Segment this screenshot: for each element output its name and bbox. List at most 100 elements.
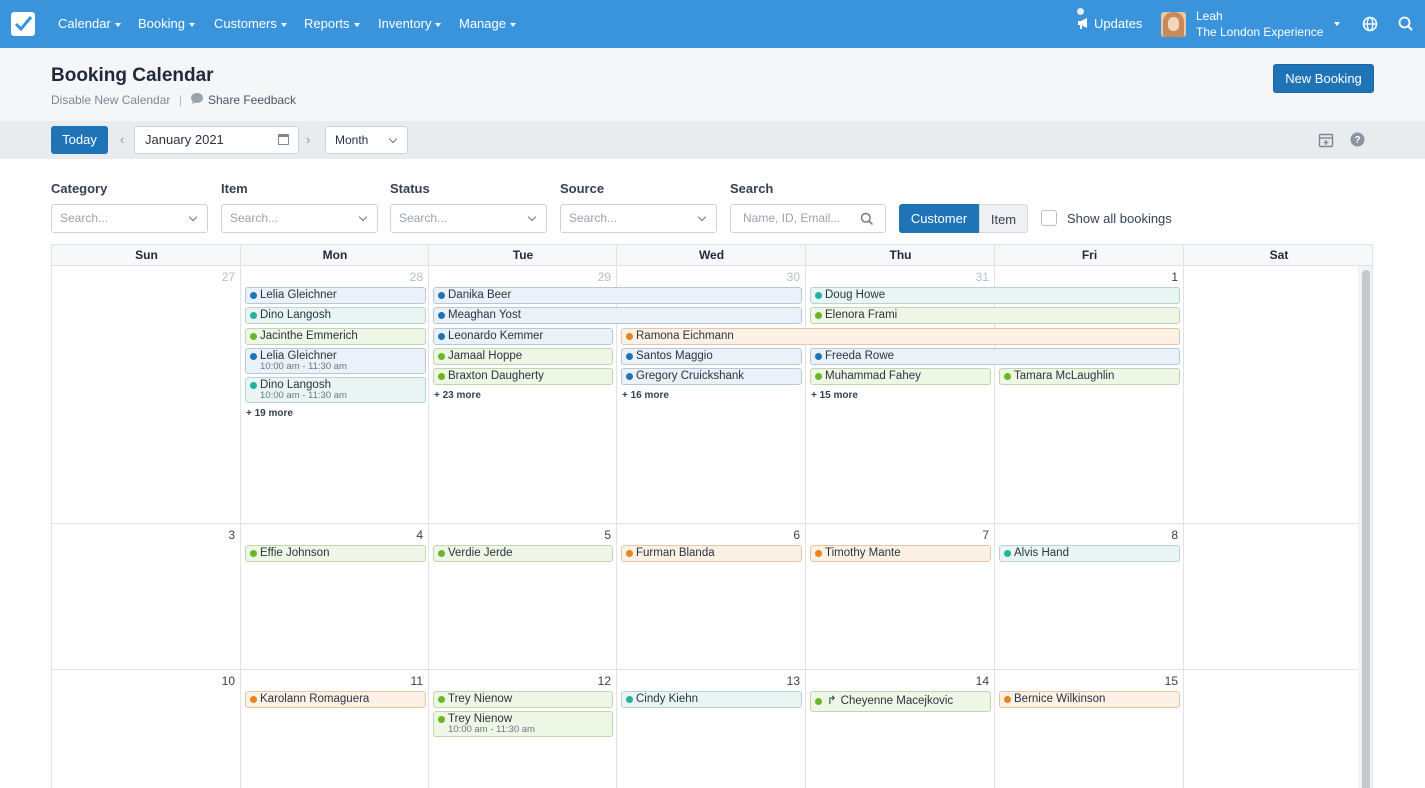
day-number[interactable]: 8 xyxy=(1148,528,1178,542)
share-feedback-link[interactable]: Share Feedback xyxy=(208,93,296,107)
day-number[interactable]: 3 xyxy=(205,528,235,542)
booking-event[interactable]: Bernice Wilkinson xyxy=(999,691,1180,708)
day-number[interactable]: 5 xyxy=(581,528,611,542)
user-menu-caret-icon[interactable] xyxy=(1334,22,1340,26)
day-number[interactable]: 10 xyxy=(205,674,235,688)
help-icon[interactable]: ? xyxy=(1350,132,1365,147)
booking-event[interactable]: Gregory Cruickshank xyxy=(621,368,802,385)
chevron-down-icon xyxy=(188,212,198,222)
show-all-bookings-label[interactable]: Show all bookings xyxy=(1067,211,1172,226)
month-picker[interactable]: January 2021 xyxy=(134,126,299,154)
booking-event[interactable]: Lelia Gleichner xyxy=(245,287,426,304)
chevron-down-icon xyxy=(527,212,537,222)
chat-bubble-icon xyxy=(191,93,203,104)
booking-event[interactable]: Cindy Kiehn xyxy=(621,691,802,708)
booking-event[interactable]: Trey Nienow xyxy=(433,691,613,708)
status-dot xyxy=(250,333,257,340)
search-icon xyxy=(860,212,874,226)
booking-event[interactable]: Lelia Gleichner 10:00 am - 11:30 am xyxy=(245,348,426,374)
nav-calendar[interactable]: Calendar xyxy=(58,16,121,31)
status-select[interactable]: Search... xyxy=(390,204,547,233)
more-link[interactable]: + 23 more xyxy=(434,390,481,401)
booking-event[interactable]: ↱ Cheyenne Macejkovic xyxy=(810,691,991,712)
scrollbar-thumb[interactable] xyxy=(1362,270,1370,788)
nav-reports[interactable]: Reports xyxy=(304,16,360,31)
booking-event[interactable]: Verdie Jerde xyxy=(433,545,613,562)
day-number[interactable]: 12 xyxy=(581,674,611,688)
booking-event[interactable]: Dino Langosh 10:00 am - 11:30 am xyxy=(245,377,426,403)
status-dot xyxy=(438,696,445,703)
toggle-customer[interactable]: Customer xyxy=(899,204,979,233)
day-number[interactable]: 27 xyxy=(205,270,235,284)
event-name: Cheyenne Macejkovic xyxy=(840,695,954,707)
day-number[interactable]: 1 xyxy=(1148,270,1178,284)
booking-event[interactable]: Trey Nienow 10:00 am - 11:30 am xyxy=(433,711,613,737)
source-select[interactable]: Search... xyxy=(560,204,717,233)
booking-event[interactable]: Ramona Eichmann xyxy=(621,328,1180,345)
app-logo-icon[interactable] xyxy=(11,12,35,36)
day-number[interactable]: 4 xyxy=(393,528,423,542)
booking-event[interactable]: Freeda Rowe xyxy=(810,348,1180,365)
prev-month-icon[interactable]: ‹ xyxy=(120,132,124,147)
more-link[interactable]: + 16 more xyxy=(622,390,669,401)
booking-event[interactable]: Timothy Mante xyxy=(810,545,991,562)
show-all-bookings-checkbox[interactable] xyxy=(1041,210,1057,226)
status-dot xyxy=(250,696,257,703)
day-number[interactable]: 28 xyxy=(393,270,423,284)
booking-event[interactable]: Santos Maggio xyxy=(621,348,802,365)
day-number[interactable]: 31 xyxy=(959,270,989,284)
booking-event[interactable]: Braxton Daugherty xyxy=(433,368,613,385)
updates-button[interactable]: Updates xyxy=(1077,8,1142,31)
nav-customers[interactable]: Customers xyxy=(214,16,287,31)
booking-event[interactable]: Meaghan Yost xyxy=(433,307,802,324)
nav-booking[interactable]: Booking xyxy=(138,16,195,31)
nav-manage[interactable]: Manage xyxy=(459,16,516,31)
more-link[interactable]: + 15 more xyxy=(811,390,858,401)
day-number[interactable]: 14 xyxy=(959,674,989,688)
next-month-icon[interactable]: › xyxy=(306,132,310,147)
day-number[interactable]: 30 xyxy=(770,270,800,284)
booking-event[interactable]: Dino Langosh xyxy=(245,307,426,324)
globe-icon[interactable] xyxy=(1361,15,1379,33)
booking-event[interactable]: Jamaal Hoppe xyxy=(433,348,613,365)
booking-event[interactable]: Danika Beer xyxy=(433,287,802,304)
booking-event[interactable]: Doug Howe xyxy=(810,287,1180,304)
user-organization[interactable]: The London Experience xyxy=(1196,25,1326,39)
day-number[interactable]: 6 xyxy=(770,528,800,542)
category-select[interactable]: Search... xyxy=(51,204,208,233)
month-value: January 2021 xyxy=(145,132,224,147)
booking-event[interactable]: Elenora Frami xyxy=(810,307,1180,324)
user-avatar[interactable] xyxy=(1161,12,1186,37)
booking-event[interactable]: Karolann Romaguera xyxy=(245,691,426,708)
booking-event[interactable]: Effie Johnson xyxy=(245,545,426,562)
day-number[interactable]: 15 xyxy=(1148,674,1178,688)
booking-event[interactable]: Leonardo Kemmer xyxy=(433,328,613,345)
booking-event[interactable]: Furman Blanda xyxy=(621,545,802,562)
booking-event[interactable]: Tamara McLaughlin xyxy=(999,368,1180,385)
add-calendar-icon[interactable] xyxy=(1318,132,1334,148)
event-name: Timothy Mante xyxy=(825,547,901,559)
event-name: Jacinthe Emmerich xyxy=(260,330,358,342)
today-button[interactable]: Today xyxy=(51,126,108,154)
view-select[interactable]: Month xyxy=(325,126,408,154)
day-number[interactable]: 13 xyxy=(770,674,800,688)
status-dot xyxy=(1004,373,1011,380)
user-name[interactable]: Leah xyxy=(1196,9,1223,23)
new-booking-button[interactable]: New Booking xyxy=(1273,64,1374,93)
booking-event[interactable]: Jacinthe Emmerich xyxy=(245,328,426,345)
toggle-item[interactable]: Item xyxy=(979,204,1028,233)
arrow-right-icon: ↱ xyxy=(827,695,837,707)
booking-event[interactable]: Muhammad Fahey xyxy=(810,368,991,385)
day-number[interactable]: 7 xyxy=(959,528,989,542)
nav-inventory[interactable]: Inventory xyxy=(378,16,442,31)
day-number[interactable]: 11 xyxy=(393,674,423,688)
booking-event[interactable]: Alvis Hand xyxy=(999,545,1180,562)
item-select[interactable]: Search... xyxy=(221,204,378,233)
search-input[interactable]: Name, ID, Email... xyxy=(730,204,886,233)
day-number[interactable]: 29 xyxy=(581,270,611,284)
page-title: Booking Calendar xyxy=(51,65,214,86)
disable-new-calendar-link[interactable]: Disable New Calendar xyxy=(51,93,170,107)
more-link[interactable]: + 19 more xyxy=(246,408,293,419)
calendar-scrollbar[interactable] xyxy=(1358,266,1372,788)
search-icon[interactable] xyxy=(1397,15,1415,33)
